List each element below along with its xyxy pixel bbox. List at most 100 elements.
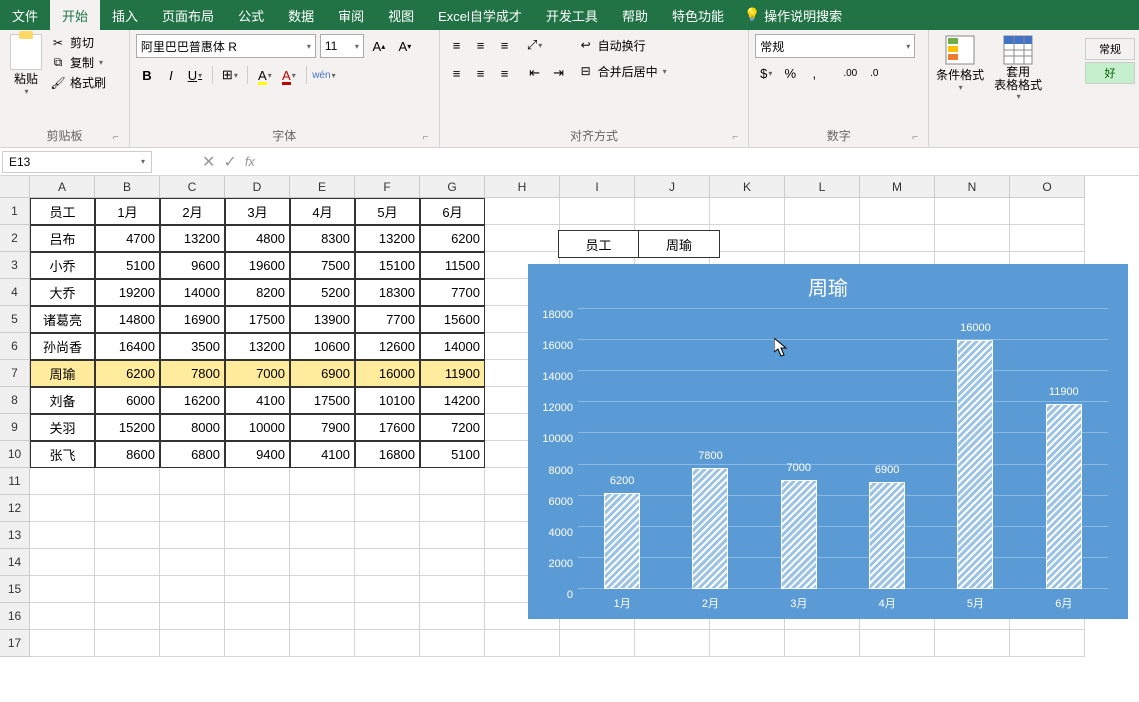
bold-button[interactable]: B: [136, 64, 158, 86]
tab-Excel自学成才[interactable]: Excel自学成才: [426, 0, 534, 30]
comma-button[interactable]: ,: [803, 62, 825, 84]
cell[interactable]: [225, 576, 290, 603]
row-header-2[interactable]: 2: [0, 225, 30, 252]
cell[interactable]: [355, 549, 420, 576]
col-header-M[interactable]: M: [860, 176, 935, 198]
cell[interactable]: [160, 630, 225, 657]
cell[interactable]: [560, 630, 635, 657]
row-header-11[interactable]: 11: [0, 468, 30, 495]
cell[interactable]: [95, 522, 160, 549]
cell[interactable]: [225, 468, 290, 495]
row-header-17[interactable]: 17: [0, 630, 30, 657]
row-header-7[interactable]: 7: [0, 360, 30, 387]
cell[interactable]: [30, 630, 95, 657]
col-header-L[interactable]: L: [785, 176, 860, 198]
cell[interactable]: [635, 198, 710, 225]
row-header-1[interactable]: 1: [0, 198, 30, 225]
cancel-icon[interactable]: ✕: [202, 152, 215, 172]
name-box[interactable]: E13▾: [2, 151, 152, 173]
cell[interactable]: [225, 522, 290, 549]
cell[interactable]: [30, 468, 95, 495]
cell[interactable]: 7500: [290, 252, 355, 279]
cell[interactable]: [485, 225, 560, 252]
select-all-corner[interactable]: [0, 176, 30, 198]
row-header-4[interactable]: 4: [0, 279, 30, 306]
cell[interactable]: [1010, 198, 1085, 225]
cell[interactable]: 张飞: [30, 441, 95, 468]
cell[interactable]: [290, 630, 355, 657]
decrease-indent-icon[interactable]: ⇤: [524, 62, 546, 84]
cell[interactable]: [95, 630, 160, 657]
orientation-button[interactable]: ⤢▾: [524, 34, 546, 56]
tab-开始[interactable]: 开始: [50, 0, 100, 30]
cell[interactable]: 周瑜: [30, 360, 95, 387]
cell[interactable]: 大乔: [30, 279, 95, 306]
cell[interactable]: [95, 495, 160, 522]
cell[interactable]: [420, 495, 485, 522]
cell[interactable]: [160, 576, 225, 603]
borders-button[interactable]: ⊞▾: [219, 64, 241, 86]
cell[interactable]: [225, 495, 290, 522]
cell[interactable]: 6800: [160, 441, 225, 468]
cell[interactable]: [420, 576, 485, 603]
cell[interactable]: 8200: [225, 279, 290, 306]
tab-插入[interactable]: 插入: [100, 0, 150, 30]
cut-button[interactable]: ✂剪切: [50, 34, 106, 51]
cell[interactable]: [30, 549, 95, 576]
tab-帮助[interactable]: 帮助: [610, 0, 660, 30]
cell[interactable]: 5200: [290, 279, 355, 306]
col-header-B[interactable]: B: [95, 176, 160, 198]
cell[interactable]: [485, 198, 560, 225]
cell[interactable]: 小乔: [30, 252, 95, 279]
cell[interactable]: [290, 495, 355, 522]
bar[interactable]: 6200: [592, 493, 652, 589]
paste-button[interactable]: 粘贴 ▾: [6, 34, 46, 96]
style-normal[interactable]: 常规: [1085, 38, 1135, 60]
row-header-6[interactable]: 6: [0, 333, 30, 360]
copy-button[interactable]: ⧉复制▾: [50, 54, 106, 71]
row-header-10[interactable]: 10: [0, 441, 30, 468]
cell[interactable]: [290, 522, 355, 549]
cell[interactable]: 13900: [290, 306, 355, 333]
cell[interactable]: 8000: [160, 414, 225, 441]
cell[interactable]: 5月: [355, 198, 420, 225]
cell[interactable]: [785, 198, 860, 225]
cell[interactable]: 9400: [225, 441, 290, 468]
cell[interactable]: 13200: [355, 225, 420, 252]
dialog-launcher-icon[interactable]: ⌐: [113, 132, 125, 144]
col-header-F[interactable]: F: [355, 176, 420, 198]
pinyin-button[interactable]: wén▾: [313, 64, 335, 86]
cell[interactable]: [290, 468, 355, 495]
align-right-icon[interactable]: ≡: [494, 62, 516, 84]
merge-center-button[interactable]: ⊟合并后居中▾: [578, 60, 667, 82]
tab-文件[interactable]: 文件: [0, 0, 50, 30]
bar[interactable]: 7800: [680, 468, 740, 589]
font-size-select[interactable]: 11▾: [320, 34, 364, 58]
cell[interactable]: [160, 495, 225, 522]
bar[interactable]: 11900: [1034, 404, 1094, 589]
row-header-5[interactable]: 5: [0, 306, 30, 333]
format-painter-button[interactable]: 🖌格式刷: [50, 74, 106, 91]
tab-页面布局[interactable]: 页面布局: [150, 0, 226, 30]
tab-视图[interactable]: 视图: [376, 0, 426, 30]
cell[interactable]: [355, 603, 420, 630]
align-middle-icon[interactable]: ≡: [470, 34, 492, 56]
accounting-format-button[interactable]: $▾: [755, 62, 777, 84]
col-header-A[interactable]: A: [30, 176, 95, 198]
cell[interactable]: 16400: [95, 333, 160, 360]
chart[interactable]: 周瑜 1800016000140001200010000800060004000…: [528, 264, 1128, 619]
cell[interactable]: [95, 576, 160, 603]
col-header-H[interactable]: H: [485, 176, 560, 198]
bar[interactable]: 6900: [857, 482, 917, 589]
cell[interactable]: [1010, 630, 1085, 657]
cell[interactable]: [935, 198, 1010, 225]
cell[interactable]: [160, 603, 225, 630]
cell[interactable]: [355, 630, 420, 657]
cell[interactable]: 15200: [95, 414, 160, 441]
cell[interactable]: [355, 522, 420, 549]
cell[interactable]: 12600: [355, 333, 420, 360]
cell[interactable]: 5100: [95, 252, 160, 279]
cell[interactable]: 8300: [290, 225, 355, 252]
cell[interactable]: 14800: [95, 306, 160, 333]
cell[interactable]: [160, 468, 225, 495]
